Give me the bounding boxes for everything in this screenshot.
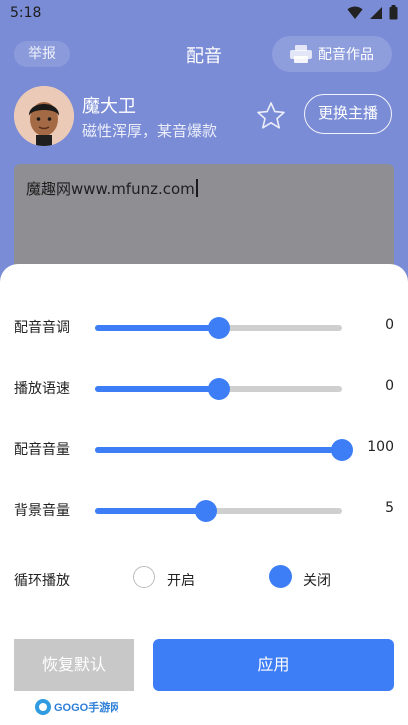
gogo-watermark-logo: GOGO手游网 GOGO手游网 <box>35 699 118 715</box>
pitch-value: 0 <box>385 317 394 333</box>
dubbing-text: 魔趣网www.mfunz.com <box>26 180 195 198</box>
speed-slider-thumb[interactable] <box>207 378 230 400</box>
apply-button[interactable]: 应用 <box>153 639 394 691</box>
voice-profile: 魔大卫 磁性浑厚，某音爆款 更换主播 <box>0 84 408 154</box>
voice-volume-slider[interactable] <box>95 439 353 461</box>
restore-default-button[interactable]: 恢复默认 <box>14 639 134 691</box>
pitch-slider-fill <box>95 325 219 331</box>
loop-off-label[interactable]: 关闭 <box>303 570 331 590</box>
voice-volume-label: 配音音量 <box>14 442 70 458</box>
speed-slider-fill <box>95 386 219 392</box>
setting-row-pitch: 配音音调 0 <box>0 307 408 347</box>
dubbing-works-label: 配音作品 <box>318 47 374 63</box>
setting-row-voice-volume: 配音音量 100 <box>0 429 408 469</box>
signal-icon <box>370 6 382 19</box>
speed-value: 0 <box>385 378 394 394</box>
voice-name: 魔大卫 <box>82 96 136 117</box>
loop-play-label: 循环播放 <box>14 573 70 589</box>
pitch-slider[interactable] <box>95 317 342 339</box>
speed-slider[interactable] <box>95 378 342 400</box>
star-icon[interactable] <box>256 101 286 131</box>
avatar[interactable] <box>14 86 74 146</box>
status-bar: 5:18 <box>0 0 408 28</box>
pitch-slider-thumb[interactable] <box>207 317 230 339</box>
loop-off-radio[interactable] <box>269 565 292 588</box>
dubbing-text-value: 魔趣网www.mfunz.com <box>26 178 198 199</box>
pitch-label: 配音音调 <box>14 320 70 336</box>
status-time: 5:18 <box>10 5 42 21</box>
speed-label: 播放语速 <box>14 381 70 397</box>
bg-volume-slider-fill <box>95 508 207 514</box>
loop-on-radio[interactable] <box>133 566 155 588</box>
setting-row-bg-volume: 背景音量 5 <box>0 490 408 530</box>
status-icons <box>347 5 398 20</box>
bg-volume-label: 背景音量 <box>14 503 70 519</box>
voice-volume-value: 100 <box>367 439 394 455</box>
bg-volume-slider[interactable] <box>95 500 342 522</box>
bg-volume-value: 5 <box>385 500 394 516</box>
header: 举报 配音 配音作品 <box>0 28 408 80</box>
loop-on-label[interactable]: 开启 <box>167 570 195 590</box>
printer-icon <box>290 45 312 63</box>
loop-play-row: 循环播放 开启 关闭 <box>0 560 408 600</box>
svg-text:GOGO手游网: GOGO手游网 <box>54 700 118 714</box>
wifi-icon <box>347 6 363 19</box>
bg-volume-slider-thumb[interactable] <box>195 500 218 522</box>
change-speaker-button[interactable]: 更换主播 <box>304 94 392 134</box>
dubbing-works-button[interactable]: 配音作品 <box>272 36 392 72</box>
voice-volume-slider-thumb[interactable] <box>331 439 353 461</box>
settings-sheet: 配音音调 0 播放语速 0 配音音量 100 背景音量 5 循环播放 开启 关闭… <box>0 264 408 725</box>
battery-icon <box>389 5 398 20</box>
text-caret <box>195 179 198 197</box>
setting-row-speed: 播放语速 0 <box>0 368 408 408</box>
voice-description: 磁性浑厚，某音爆款 <box>82 122 218 140</box>
voice-volume-slider-fill <box>95 447 342 453</box>
